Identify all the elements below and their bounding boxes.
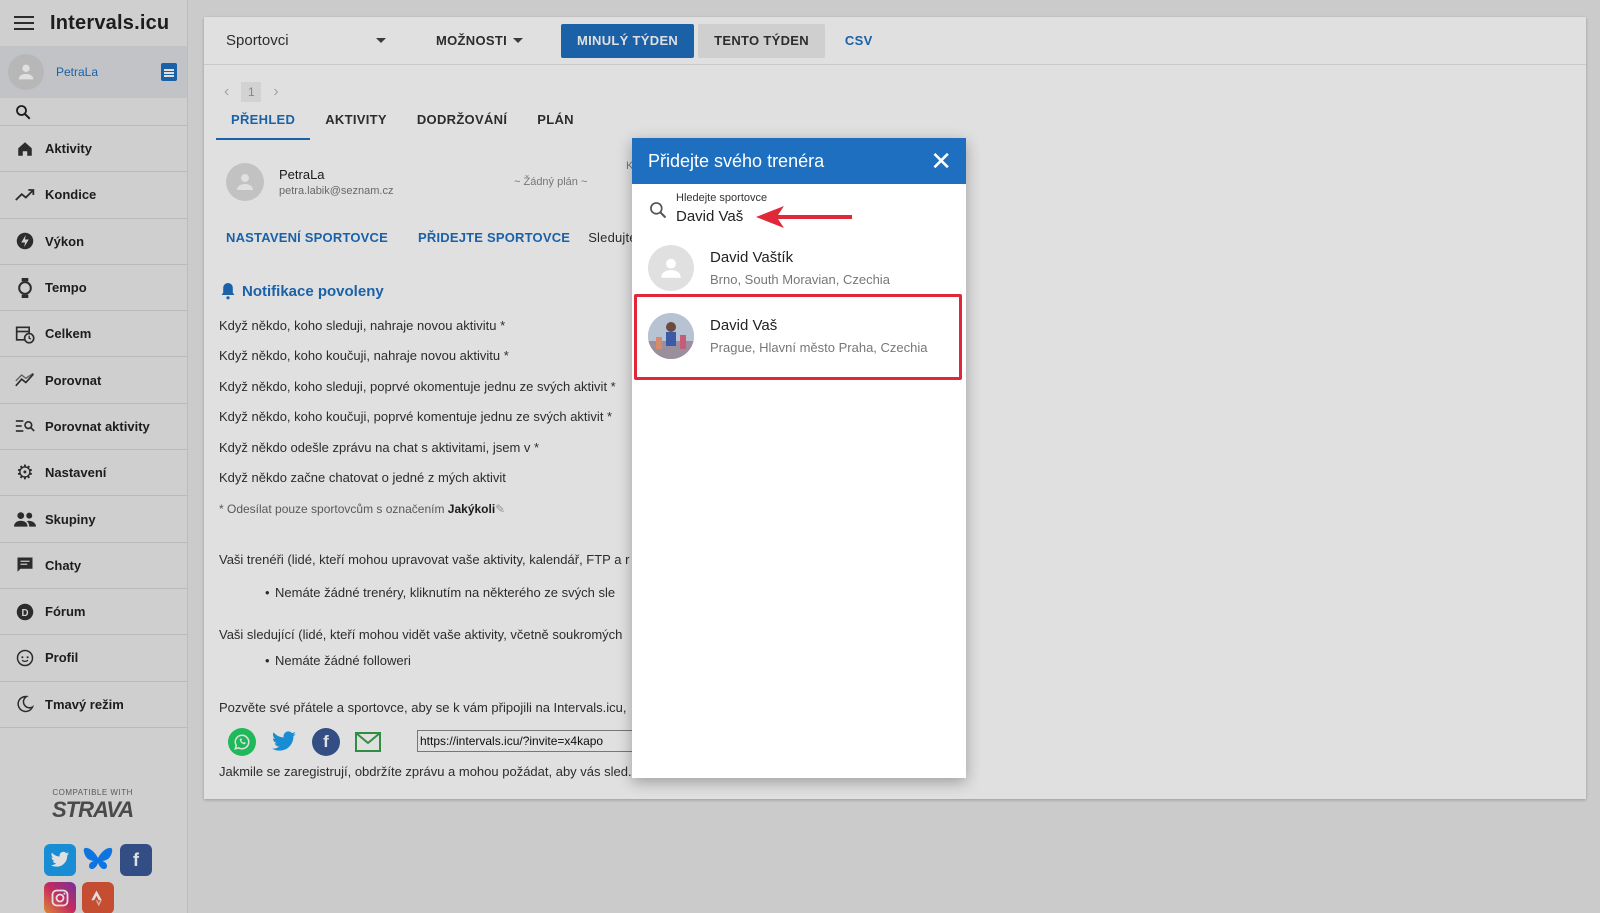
result-name: David Vaštík [710,249,794,266]
result-avatar [648,245,694,291]
dialog-title: Přidejte svého trenéra [648,150,825,171]
close-icon[interactable]: ✕ [930,148,952,174]
selection-highlight [634,294,962,380]
arrow-left-icon [756,206,852,228]
search-result[interactable]: David Vaštík Brno, South Moravian, Czech… [632,234,966,302]
dialog-header: Přidejte svého trenéra ✕ [632,138,966,184]
search-field-label: Hledejte sportovce [676,192,768,204]
add-coach-dialog: Přidejte svého trenéra ✕ Hledejte sporto… [632,138,966,778]
result-location: Brno, South Moravian, Czechia [710,272,890,287]
search-icon [650,202,667,219]
